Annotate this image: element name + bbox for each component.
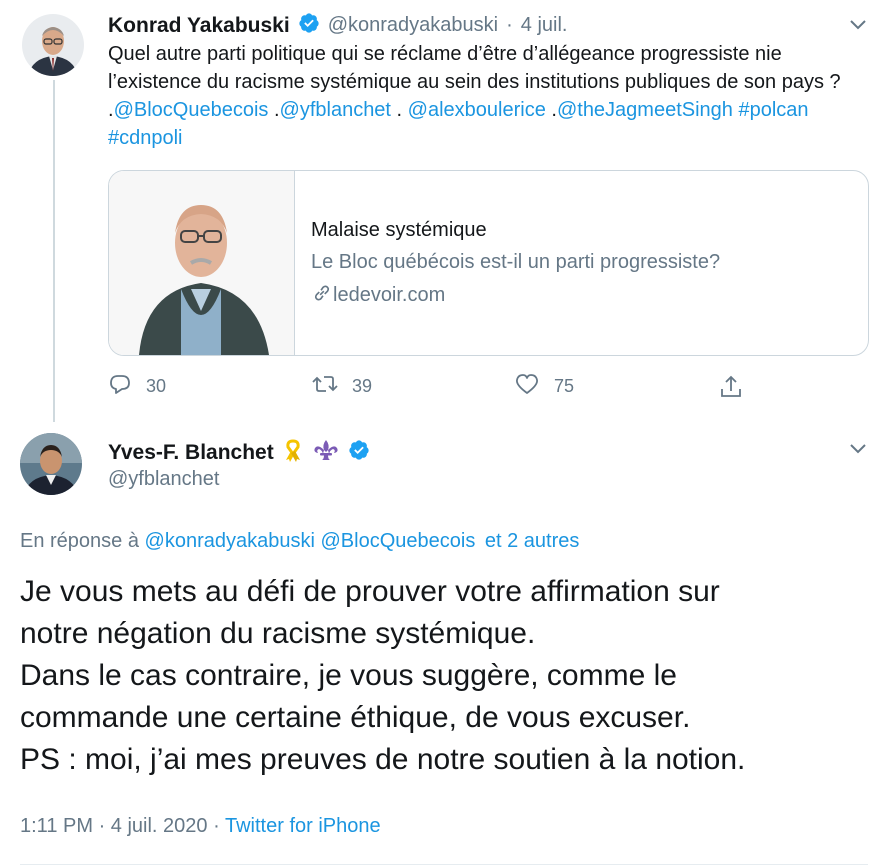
tweet-text-segment: .	[391, 99, 408, 121]
mention-link[interactable]: @BlocQuebecois	[114, 99, 269, 121]
avatar-yves[interactable]	[20, 433, 82, 495]
tweet2-text: Je vous mets au défi de prouver votre af…	[20, 571, 880, 781]
avatar-konrad[interactable]	[22, 14, 84, 76]
verified-badge-icon	[298, 12, 320, 39]
card-description: Le Bloc québécois est-il un parti progre…	[311, 251, 721, 273]
link-card[interactable]: Malaise systémique Le Bloc québécois est…	[108, 170, 869, 356]
divider	[20, 864, 868, 865]
mention-link[interactable]: @alexboulerice	[408, 99, 546, 121]
tweet-text-line: PS : moi, j’ai mes preuves de notre sout…	[20, 743, 746, 776]
verified-badge-icon	[348, 439, 370, 466]
replying-user-link[interactable]: @BlocQuebecois	[321, 530, 476, 552]
tweet1-text: Quel autre parti politique qui se réclam…	[108, 40, 868, 152]
replying-user-link[interactable]: @konradyakabuski	[145, 530, 315, 552]
chevron-down-icon[interactable]	[848, 14, 868, 39]
tweet2-header: Yves-F. Blanchet	[108, 438, 370, 467]
tweet-date[interactable]: 4 juil.	[521, 14, 568, 37]
chevron-down-icon[interactable]	[848, 438, 868, 463]
like-button[interactable]: 75	[514, 372, 574, 401]
thread-line	[53, 80, 55, 422]
tweet-text-line: commande une certaine éthique, de vous e…	[20, 701, 691, 734]
card-thumbnail	[109, 171, 295, 355]
author-name[interactable]: Yves-F. Blanchet	[108, 441, 274, 465]
reply-count: 30	[146, 376, 167, 396]
card-domain: ledevoir.com	[311, 282, 445, 310]
tweet-meta: 1:11 PM · 4 juil. 2020 · Twitter for iPh…	[20, 815, 381, 838]
replying-prefix: En réponse à	[20, 530, 139, 552]
card-title: Malaise systémique	[311, 219, 487, 241]
tweet1-header: Konrad Yakabuski @konradyakabuski · 4 ju…	[108, 12, 567, 39]
tweet-text-segment: .	[545, 99, 557, 121]
reply-icon	[108, 372, 132, 401]
ribbon-emoji-icon	[282, 438, 304, 467]
tweet-time[interactable]: 1:11 PM	[20, 815, 93, 837]
mention-link[interactable]: @theJagmeetSingh	[557, 99, 733, 121]
mention-link[interactable]: @yfblanchet	[280, 99, 391, 121]
like-count: 75	[554, 376, 575, 396]
retweet-button[interactable]: 39	[312, 372, 372, 401]
retweet-icon	[312, 372, 338, 401]
like-icon	[514, 372, 540, 401]
share-button[interactable]	[718, 374, 744, 405]
tweet-text-line: Dans le cas contraire, je vous suggère, …	[20, 659, 677, 692]
retweet-count: 39	[352, 376, 373, 396]
author-name[interactable]: Konrad Yakabuski	[108, 14, 290, 38]
dot-separator: ·	[213, 815, 220, 837]
mention-link[interactable]: #cdnpoli	[108, 127, 183, 149]
tweet-source-link[interactable]: Twitter for iPhone	[225, 815, 381, 837]
card-domain-text: ledevoir.com	[333, 284, 446, 306]
tweet-text-line: Je vous mets au défi de prouver votre af…	[20, 575, 720, 608]
share-icon	[718, 374, 744, 405]
replying-to: En réponse à @konradyakabuski @BlocQuebe…	[20, 530, 579, 553]
link-icon	[311, 282, 333, 310]
tweet-date[interactable]: 4 juil. 2020	[111, 815, 208, 837]
fleur-de-lis-emoji-icon	[312, 438, 340, 467]
author-handle[interactable]: @konradyakabuski	[328, 14, 498, 37]
mention-link[interactable]: #polcan	[738, 99, 808, 121]
replying-others-link[interactable]: et 2 autres	[485, 530, 580, 552]
author-handle[interactable]: @yfblanchet	[108, 468, 219, 491]
reply-button[interactable]: 30	[108, 372, 166, 401]
tweet-text-segment: .	[268, 99, 280, 121]
dot-separator: ·	[98, 815, 106, 837]
tweet-text-line: notre négation du racisme systémique.	[20, 617, 536, 650]
dot-separator: ·	[506, 14, 513, 36]
